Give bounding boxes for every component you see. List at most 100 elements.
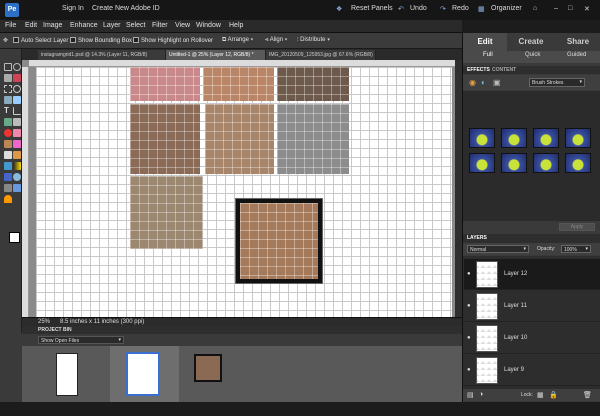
move-tool-icon[interactable] bbox=[4, 63, 12, 71]
delete-layer-icon[interactable]: 🗑 bbox=[583, 391, 592, 399]
layer-10[interactable]: ● Layer 10 bbox=[464, 323, 600, 354]
menu-edit[interactable]: Edit bbox=[25, 22, 37, 29]
effect-thumb-8[interactable] bbox=[565, 153, 591, 173]
blur-tool-icon[interactable] bbox=[13, 173, 21, 181]
new-layer-icon[interactable]: ▤ bbox=[467, 391, 474, 399]
styles-icon[interactable]: ◐ bbox=[481, 78, 486, 87]
tab-edit[interactable]: Edit bbox=[463, 33, 507, 51]
zoom-level[interactable]: 25% bbox=[38, 319, 50, 325]
tab-img-20120509[interactable]: IMG_20120509_125953.jpg @ 67.6% (RGB/8) bbox=[266, 50, 376, 60]
straighten-tool-icon[interactable] bbox=[13, 118, 21, 126]
sign-in-link[interactable]: Sign In bbox=[62, 5, 84, 12]
tab-share[interactable]: Share bbox=[555, 33, 600, 51]
photo-couple-selfie[interactable] bbox=[130, 104, 200, 174]
layer-9[interactable]: ● Layer 9 bbox=[464, 355, 600, 386]
photo-top-right[interactable] bbox=[277, 67, 349, 101]
menu-image[interactable]: Image bbox=[43, 22, 62, 29]
cookie-cutter-tool-icon[interactable] bbox=[4, 118, 12, 126]
create-adobe-id-link[interactable]: Create New Adobe ID bbox=[92, 5, 160, 12]
arrange-dropdown[interactable]: ⧉ Arrange ▾ bbox=[222, 37, 253, 44]
photo-baby-bw[interactable] bbox=[277, 104, 349, 174]
gradient-tool-icon[interactable] bbox=[13, 162, 21, 170]
menu-file[interactable]: File bbox=[5, 22, 16, 29]
effect-thumb-4[interactable] bbox=[565, 128, 591, 148]
subtab-full[interactable]: Full bbox=[483, 52, 493, 58]
adjustment-layer-icon[interactable]: ◑ bbox=[479, 391, 483, 398]
apply-button[interactable]: Apply bbox=[559, 223, 595, 231]
subtab-quick[interactable]: Quick bbox=[525, 52, 540, 58]
eye-icon[interactable]: ● bbox=[467, 303, 471, 309]
menu-help[interactable]: Help bbox=[229, 22, 243, 29]
menu-view[interactable]: View bbox=[175, 22, 190, 29]
reset-panels-button[interactable]: Reset Panels bbox=[351, 5, 393, 12]
blend-mode-dropdown[interactable]: Normal ▾ bbox=[467, 245, 529, 253]
bin-thumb-untitled-1[interactable] bbox=[126, 352, 160, 396]
organizer-button[interactable]: Organizer bbox=[491, 5, 522, 12]
auto-select-checkbox[interactable]: Auto Select Layer bbox=[13, 37, 68, 44]
photo-effects-icon[interactable]: ▣ bbox=[493, 78, 501, 87]
home-icon[interactable]: ⌂ bbox=[533, 5, 537, 12]
photo-top-left[interactable] bbox=[130, 67, 200, 101]
type-tool-icon[interactable]: T bbox=[4, 107, 12, 115]
sponge-tool-icon[interactable] bbox=[4, 184, 12, 192]
menu-select[interactable]: Select bbox=[126, 22, 145, 29]
vertical-scrollbar[interactable] bbox=[455, 60, 462, 317]
hand-tool-icon[interactable] bbox=[4, 74, 12, 82]
eye-icon[interactable]: ● bbox=[467, 367, 471, 373]
lock-transparency-icon[interactable]: ▦ bbox=[537, 391, 544, 399]
menu-enhance[interactable]: Enhance bbox=[70, 22, 98, 29]
layer-12[interactable]: ● Layer 12 bbox=[464, 259, 600, 290]
effects-tab[interactable]: EFFECTS bbox=[467, 67, 490, 73]
brush-tool-icon[interactable] bbox=[4, 151, 12, 159]
effect-thumb-5[interactable] bbox=[469, 153, 495, 173]
foreground-color-swatch[interactable] bbox=[9, 232, 20, 243]
bin-thumb-instagramgrid1[interactable] bbox=[56, 353, 78, 396]
tab-create[interactable]: Create bbox=[508, 33, 554, 51]
eraser-tool-icon[interactable] bbox=[13, 140, 21, 148]
filters-icon[interactable]: ◉ bbox=[469, 78, 476, 87]
smart-brush-tool-icon[interactable] bbox=[13, 151, 21, 159]
distribute-dropdown[interactable]: ⫶ Distribute ▾ bbox=[297, 37, 330, 44]
clone-stamp-tool-icon[interactable] bbox=[4, 140, 12, 148]
eyedropper-tool-icon[interactable] bbox=[13, 74, 21, 82]
lock-all-icon[interactable]: 🔒 bbox=[549, 391, 558, 399]
effect-thumb-2[interactable] bbox=[501, 128, 527, 148]
layer-11[interactable]: ● Layer 11 bbox=[464, 291, 600, 322]
effect-thumb-6[interactable] bbox=[501, 153, 527, 173]
marquee-tool-icon[interactable] bbox=[4, 85, 12, 93]
photo-top-center[interactable] bbox=[203, 67, 274, 101]
tab-instagramgrid1[interactable]: instagramgrid1.psd @ 14.3% (Layer 11, RG… bbox=[38, 50, 166, 60]
selection-brush-tool-icon[interactable] bbox=[13, 96, 21, 104]
subtab-guided[interactable]: Guided bbox=[567, 52, 586, 58]
red-eye-tool-icon[interactable] bbox=[4, 129, 12, 137]
document-page[interactable] bbox=[36, 67, 452, 317]
menu-window[interactable]: Window bbox=[196, 22, 221, 29]
menu-filter[interactable]: Filter bbox=[152, 22, 168, 29]
photo-girl-selected[interactable] bbox=[235, 198, 323, 284]
crop-tool-icon[interactable] bbox=[13, 107, 21, 115]
content-aware-move-tool-icon[interactable] bbox=[4, 195, 12, 203]
effect-category-dropdown[interactable]: Brush Strokes ▾ bbox=[529, 78, 585, 87]
zoom-tool-icon[interactable] bbox=[13, 63, 21, 71]
opacity-input[interactable]: 100% ▾ bbox=[561, 245, 591, 253]
tab-untitled-1[interactable]: Untitled-1 @ 25% (Layer 12, RGB/8) * bbox=[166, 50, 266, 60]
undo-button[interactable]: Undo bbox=[410, 5, 427, 12]
eye-icon[interactable]: ● bbox=[467, 271, 471, 277]
minimize-button[interactable]: – bbox=[554, 5, 558, 12]
maximize-button[interactable]: □ bbox=[568, 5, 572, 12]
effect-thumb-1[interactable] bbox=[469, 128, 495, 148]
close-button[interactable]: ✕ bbox=[584, 5, 590, 13]
photo-mother-baby[interactable] bbox=[205, 104, 274, 174]
show-open-files-dropdown[interactable]: Show Open Files ▾ bbox=[38, 336, 124, 344]
redo-button[interactable]: Redo bbox=[452, 5, 469, 12]
align-dropdown[interactable]: ⫷ Align ▾ bbox=[265, 37, 287, 44]
effect-thumb-3[interactable] bbox=[533, 128, 559, 148]
eye-icon[interactable]: ● bbox=[467, 335, 471, 341]
lasso-tool-icon[interactable] bbox=[13, 85, 21, 93]
bounding-box-checkbox[interactable]: Show Bounding Box bbox=[70, 37, 132, 44]
paint-bucket-tool-icon[interactable] bbox=[4, 162, 12, 170]
shape-tool-icon[interactable] bbox=[4, 173, 12, 181]
menu-layer[interactable]: Layer bbox=[103, 22, 121, 29]
photo-baby-in-bowl[interactable] bbox=[130, 176, 203, 249]
bin-thumb-img-20120509[interactable] bbox=[194, 354, 222, 382]
